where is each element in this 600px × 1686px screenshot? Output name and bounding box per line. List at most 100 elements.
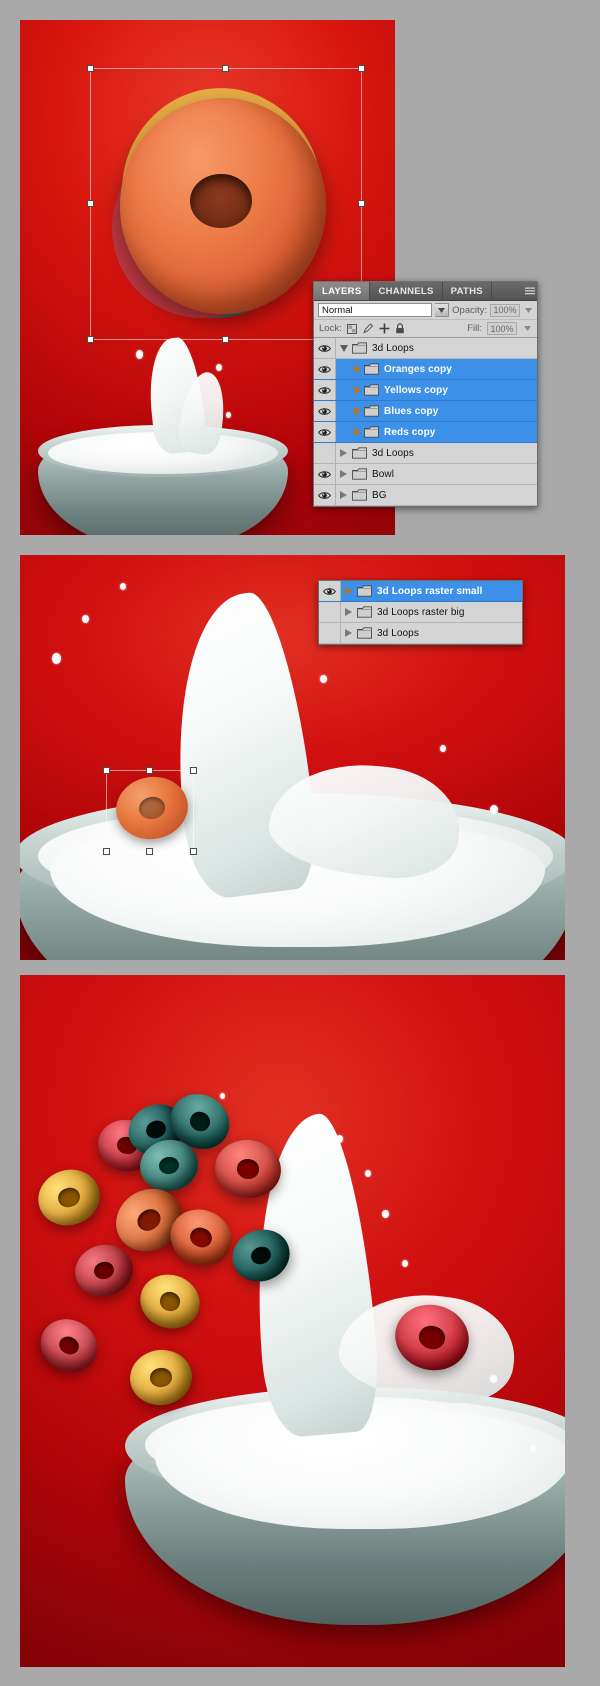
cereal-loop[interactable] bbox=[31, 1309, 107, 1382]
transform-handle-ne[interactable] bbox=[358, 65, 365, 72]
cereal-loop-hole bbox=[157, 1289, 183, 1314]
layer-visibility-toggle[interactable] bbox=[314, 485, 336, 505]
tab-paths[interactable]: PATHS bbox=[442, 282, 492, 300]
folder-icon bbox=[357, 585, 372, 597]
layer-row[interactable]: Bowl bbox=[314, 464, 537, 485]
milk-droplet bbox=[440, 745, 446, 752]
lock-image-pixels-icon[interactable] bbox=[362, 323, 374, 334]
folder-icon bbox=[364, 363, 379, 375]
fill-stepper-icon[interactable] bbox=[522, 326, 532, 331]
layer-group-twisty[interactable] bbox=[336, 470, 351, 478]
layer-group-twisty[interactable] bbox=[336, 491, 351, 499]
layer-visibility-toggle[interactable] bbox=[319, 602, 341, 622]
layer-visibility-toggle[interactable] bbox=[314, 464, 336, 484]
lock-transparent-pixels-icon[interactable] bbox=[347, 323, 358, 334]
tab-layers[interactable]: LAYERS bbox=[314, 282, 371, 300]
layer-visibility-toggle[interactable] bbox=[314, 443, 336, 463]
cereal-loop[interactable] bbox=[126, 1345, 196, 1410]
fill-value[interactable]: 100% bbox=[487, 322, 517, 335]
transform-handle-se[interactable] bbox=[190, 848, 197, 855]
layer-visibility-toggle[interactable] bbox=[314, 338, 336, 358]
fill-label: Fill: bbox=[467, 323, 482, 334]
layer-visibility-toggle[interactable] bbox=[314, 359, 336, 379]
panel-menu-icon[interactable] bbox=[522, 282, 537, 300]
layer-row[interactable]: Blues copy bbox=[314, 401, 537, 422]
milk-droplet bbox=[216, 364, 222, 371]
layer-group-twisty[interactable] bbox=[336, 407, 363, 415]
layer-row[interactable]: Yellows copy bbox=[314, 380, 537, 401]
layer-row[interactable]: Reds copy bbox=[314, 422, 537, 443]
cereal-loop[interactable] bbox=[31, 1161, 107, 1234]
transform-handle-sw[interactable] bbox=[103, 848, 110, 855]
eye-icon bbox=[318, 407, 331, 415]
layer-list[interactable]: 3d Loops Oranges copy Yellows copy Blues co… bbox=[314, 338, 537, 506]
layer-row[interactable]: BG bbox=[314, 485, 537, 506]
layer-visibility-toggle[interactable] bbox=[314, 380, 336, 400]
layer-visibility-toggle[interactable] bbox=[319, 581, 341, 601]
layer-group-twisty[interactable] bbox=[341, 587, 356, 595]
layer-row[interactable]: 3d Loops raster big bbox=[319, 602, 522, 623]
cereal-loop[interactable] bbox=[69, 1238, 139, 1303]
folder-icon bbox=[351, 447, 368, 459]
panel-tab-strip[interactable]: LAYERS CHANNELS PATHS bbox=[314, 282, 537, 301]
chevron-down-icon[interactable] bbox=[435, 303, 450, 317]
cereal-loop[interactable] bbox=[225, 1221, 297, 1290]
layer-row[interactable]: 3d Loops raster small bbox=[319, 581, 522, 602]
layers-panel-secondary[interactable]: 3d Loops raster small 3d Loops raster big… bbox=[318, 580, 523, 645]
opacity-stepper-icon[interactable] bbox=[523, 307, 533, 313]
transform-handle-s[interactable] bbox=[222, 336, 229, 343]
milk-droplet bbox=[226, 412, 231, 418]
transform-handle-sw[interactable] bbox=[87, 336, 94, 343]
lock-position-icon[interactable] bbox=[379, 323, 390, 334]
transform-handle-n[interactable] bbox=[222, 65, 229, 72]
folder-icon bbox=[364, 405, 379, 417]
layer-group-twisty[interactable] bbox=[336, 449, 351, 457]
folder-icon bbox=[363, 384, 380, 396]
transform-handle-ne[interactable] bbox=[190, 767, 197, 774]
transform-selection-box[interactable] bbox=[103, 767, 197, 855]
transform-handle-s[interactable] bbox=[146, 848, 153, 855]
chevron-right-icon bbox=[340, 449, 347, 457]
folder-icon bbox=[352, 447, 367, 459]
layer-group-twisty[interactable] bbox=[341, 629, 356, 637]
tab-channels[interactable]: CHANNELS bbox=[370, 282, 443, 300]
transform-handle-nw[interactable] bbox=[103, 767, 110, 774]
tab-strip-filler bbox=[491, 282, 522, 300]
eye-icon bbox=[318, 428, 331, 436]
layer-group-twisty[interactable] bbox=[336, 386, 363, 394]
cereal-loop[interactable] bbox=[133, 1267, 207, 1336]
chevron-right-icon bbox=[345, 587, 352, 595]
layer-name: 3d Loops raster small bbox=[377, 585, 483, 597]
transform-handle-nw[interactable] bbox=[87, 65, 94, 72]
blend-mode-select[interactable]: Normal bbox=[318, 303, 433, 317]
layer-visibility-toggle[interactable] bbox=[319, 623, 341, 643]
layer-group-twisty[interactable] bbox=[336, 365, 363, 373]
layer-list[interactable]: 3d Loops raster small 3d Loops raster big… bbox=[319, 581, 522, 644]
chevron-down-icon bbox=[339, 344, 348, 352]
layer-row[interactable]: 3d Loops bbox=[314, 338, 537, 359]
lock-row[interactable]: Lock: Fill: 100% bbox=[314, 320, 537, 338]
folder-icon bbox=[363, 405, 380, 417]
cereal-loop[interactable] bbox=[388, 1297, 476, 1378]
layer-row[interactable]: 3d Loops bbox=[314, 443, 537, 464]
lock-all-icon[interactable] bbox=[395, 323, 406, 334]
layers-panel[interactable]: LAYERS CHANNELS PATHS Normal Opacity: 10… bbox=[313, 281, 538, 507]
layer-group-twisty[interactable] bbox=[341, 608, 356, 616]
chevron-right-icon bbox=[340, 491, 347, 499]
layer-visibility-toggle[interactable] bbox=[314, 422, 336, 442]
layer-row[interactable]: Oranges copy bbox=[314, 359, 537, 380]
folder-icon bbox=[363, 363, 380, 375]
blend-mode-value: Normal bbox=[322, 304, 353, 316]
eye-icon bbox=[318, 386, 331, 394]
transform-handle-e[interactable] bbox=[358, 200, 365, 207]
opacity-value[interactable]: 100% bbox=[490, 303, 520, 317]
transform-handle-n[interactable] bbox=[146, 767, 153, 774]
layer-name: Reds copy bbox=[384, 426, 436, 438]
transform-handle-w[interactable] bbox=[87, 200, 94, 207]
layer-group-twisty[interactable] bbox=[336, 428, 363, 436]
layer-row[interactable]: 3d Loops bbox=[319, 623, 522, 644]
layer-group-twisty[interactable] bbox=[336, 344, 351, 352]
layer-visibility-toggle[interactable] bbox=[314, 401, 336, 421]
blend-mode-row[interactable]: Normal Opacity: 100% bbox=[314, 301, 537, 320]
cereal-loop[interactable] bbox=[211, 1135, 285, 1203]
